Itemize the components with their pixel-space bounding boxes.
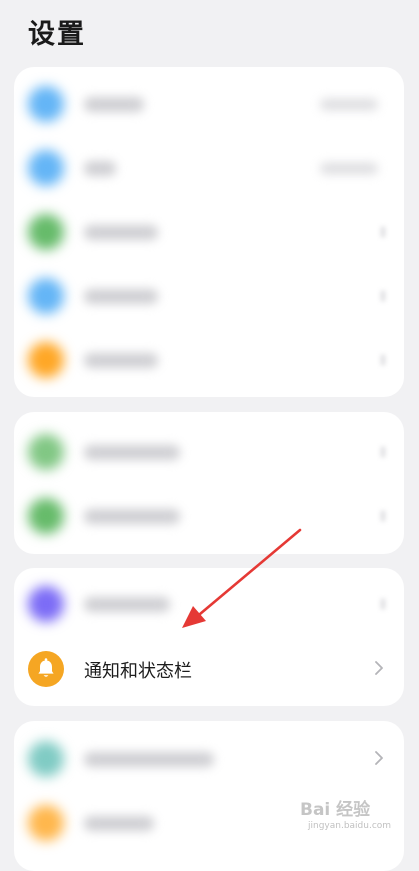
chevron-right-icon xyxy=(380,290,386,302)
blurred-label xyxy=(84,97,144,112)
blurred-setting-icon xyxy=(28,805,64,841)
settings-row-blurred[interactable] xyxy=(14,572,404,636)
settings-row-notifications[interactable]: 通知和状态栏 xyxy=(14,637,404,701)
blurred-label xyxy=(84,509,180,524)
settings-card-3: 通知和状态栏 xyxy=(14,568,404,706)
watermark-text: Bai 经验 xyxy=(300,800,371,820)
settings-row-blurred[interactable] xyxy=(14,136,404,200)
chevron-right-icon xyxy=(380,354,386,366)
blurred-label xyxy=(84,225,158,240)
blurred-setting-icon xyxy=(28,278,64,314)
settings-card-2 xyxy=(14,412,404,554)
settings-row-blurred[interactable] xyxy=(14,727,404,791)
watermark-url: jingyan.baidu.com xyxy=(308,821,392,831)
blurred-setting-icon xyxy=(28,214,64,250)
blurred-setting-icon xyxy=(28,434,64,470)
blurred-label xyxy=(84,752,214,767)
baidu-watermark: Bai 经验 jingyan.baidu.com xyxy=(300,795,415,845)
settings-card-1 xyxy=(14,67,404,397)
blurred-label xyxy=(84,289,158,304)
blurred-setting-icon xyxy=(28,86,64,122)
chevron-right-icon xyxy=(374,659,384,677)
blurred-label xyxy=(84,161,116,176)
chevron-right-icon xyxy=(380,510,386,522)
blurred-label xyxy=(84,597,170,612)
blurred-label xyxy=(84,445,180,460)
settings-row-blurred[interactable] xyxy=(14,328,404,392)
blurred-setting-icon xyxy=(28,741,64,777)
settings-row-blurred[interactable] xyxy=(14,264,404,328)
blurred-setting-icon xyxy=(28,150,64,186)
chevron-right-icon xyxy=(380,598,386,610)
blurred-value xyxy=(320,163,378,174)
blurred-label xyxy=(84,353,158,368)
settings-row-blurred[interactable] xyxy=(14,420,404,484)
blurred-label xyxy=(84,816,154,831)
page-title: 设置 xyxy=(28,19,86,50)
chevron-right-icon xyxy=(380,446,386,458)
blurred-setting-icon xyxy=(28,498,64,534)
settings-row-blurred[interactable] xyxy=(14,72,404,136)
settings-row-blurred[interactable] xyxy=(14,200,404,264)
chevron-right-icon xyxy=(380,226,386,238)
bell-icon xyxy=(28,651,64,687)
blurred-setting-icon xyxy=(28,586,64,622)
blurred-setting-icon xyxy=(28,342,64,378)
blurred-value xyxy=(320,99,378,110)
notifications-label: 通知和状态栏 xyxy=(84,661,192,682)
settings-row-blurred[interactable] xyxy=(14,484,404,548)
chevron-right-icon xyxy=(374,749,384,767)
